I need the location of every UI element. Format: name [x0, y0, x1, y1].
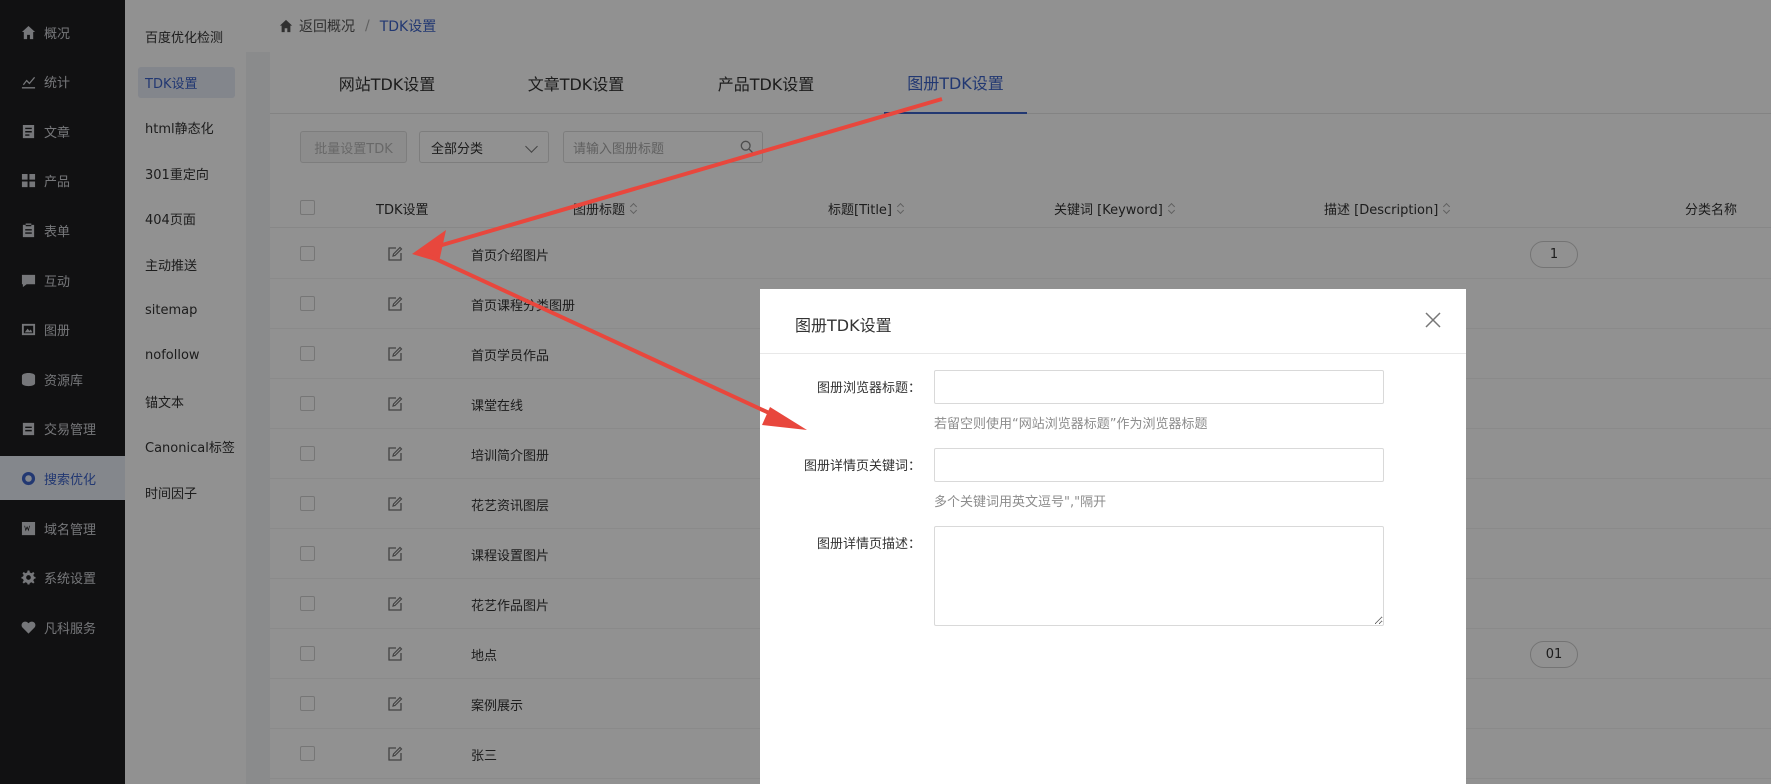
dialog-divider: [760, 353, 1466, 354]
browser-title-label: 图册浏览器标题：: [816, 381, 921, 396]
keywords-label: 图册详情页关键词：: [803, 459, 921, 474]
description-label: 图册详情页描述：: [816, 537, 921, 552]
keywords-input[interactable]: [934, 448, 1384, 482]
dialog-title: 图册TDK设置: [795, 316, 892, 335]
close-icon[interactable]: [1424, 311, 1442, 329]
description-textarea[interactable]: [934, 526, 1384, 626]
album-tdk-dialog: 图册TDK设置 图册浏览器标题： 若留空则使用“网站浏览器标题”作为浏览器标题 …: [760, 289, 1466, 784]
browser-title-input[interactable]: [934, 370, 1384, 404]
keywords-hint: 多个关键词用英文逗号","隔开: [934, 495, 1107, 510]
browser-title-hint: 若留空则使用“网站浏览器标题”作为浏览器标题: [934, 417, 1208, 432]
